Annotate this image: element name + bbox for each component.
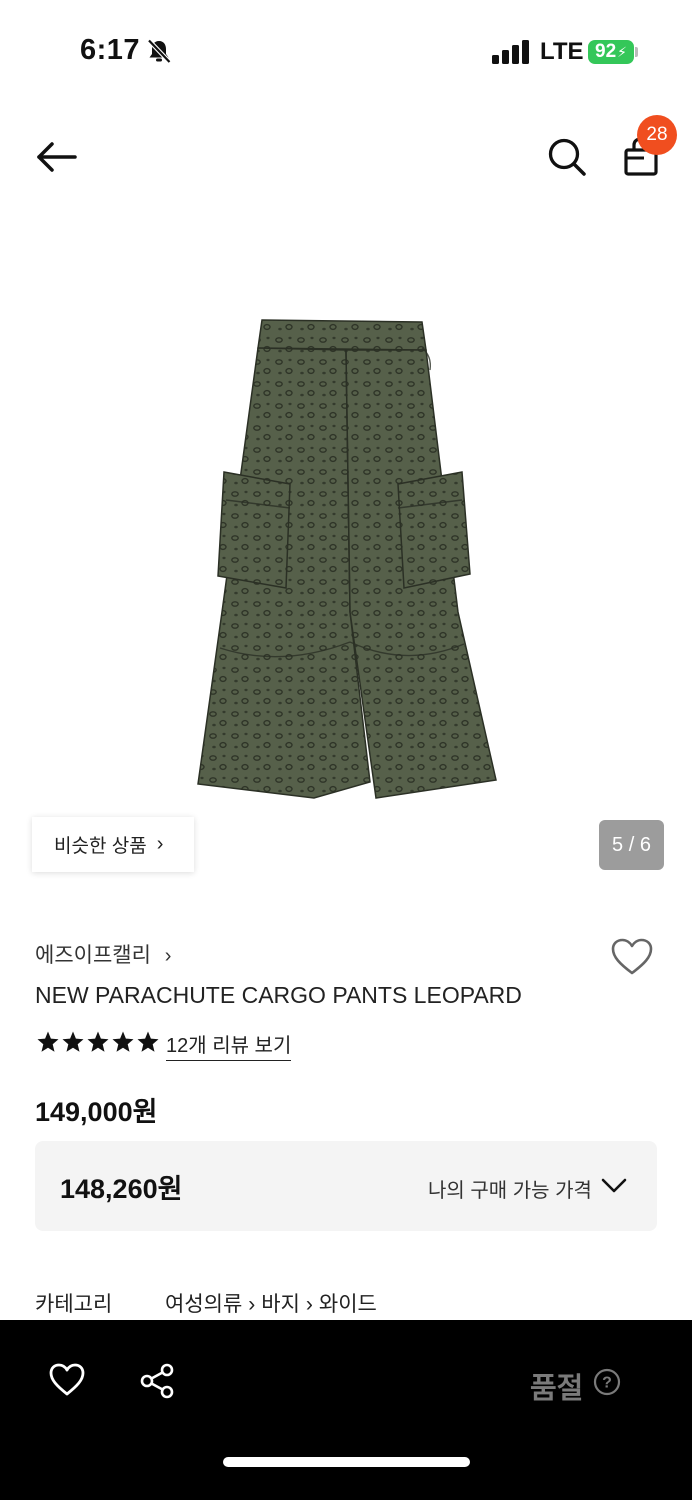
similar-products-button[interactable]: 비슷한 상품 › — [32, 817, 194, 872]
my-price-dropdown[interactable]: 148,260원 나의 구매 가능 가격 — [35, 1141, 657, 1231]
rating-stars — [36, 1030, 160, 1054]
chevron-right-icon: › — [248, 1293, 256, 1316]
back-arrow-icon[interactable] — [34, 138, 80, 176]
product-title: NEW PARACHUTE CARGO PANTS LEOPARD — [35, 982, 522, 1008]
image-page-indicator: 5 / 6 — [599, 820, 664, 870]
share-icon[interactable] — [138, 1362, 176, 1400]
help-icon[interactable]: ? — [593, 1368, 621, 1396]
bottom-action-bar: 품절 ? — [0, 1320, 692, 1500]
chevron-right-icon: › — [305, 1293, 313, 1316]
heart-icon[interactable] — [48, 1362, 86, 1398]
original-price: 149,000원 — [35, 1097, 158, 1127]
brand-link[interactable]: 에즈이프캘리 › — [35, 939, 171, 969]
category-level-2[interactable]: 바지 — [261, 1293, 300, 1316]
home-indicator[interactable] — [223, 1457, 470, 1467]
star-icon — [87, 1031, 109, 1052]
my-price-label: 나의 구매 가능 가격 — [428, 1180, 592, 1202]
star-icon — [37, 1031, 59, 1052]
star-icon — [137, 1031, 159, 1052]
wishlist-heart-icon[interactable] — [610, 937, 654, 977]
category-label: 카테고리 — [35, 1293, 113, 1316]
similar-products-label: 비슷한 상품 — [54, 836, 147, 857]
chevron-down-icon — [601, 1178, 627, 1193]
bell-mute-icon — [147, 38, 172, 64]
signal-icon — [492, 40, 529, 64]
sold-out-label: 품절 — [530, 1373, 584, 1405]
status-time: 6:17 — [80, 34, 141, 66]
review-link[interactable]: 12개 리뷰 보기 — [166, 1029, 292, 1061]
chevron-right-icon: › — [156, 833, 164, 855]
battery-icon: 92 ⚡ — [588, 40, 634, 64]
svg-text:?: ? — [602, 1375, 612, 1392]
status-bar: 6:17 LTE 92 ⚡ — [0, 0, 692, 100]
product-image[interactable] — [186, 312, 506, 808]
brand-name: 에즈이프캘리 — [35, 944, 151, 967]
my-price-value: 148,260원 — [60, 1174, 183, 1204]
battery-level: 92 — [595, 41, 617, 62]
category-level-3[interactable]: 와이드 — [319, 1293, 377, 1316]
cart-count-badge: 28 — [637, 115, 677, 155]
network-label: LTE — [540, 38, 584, 65]
chevron-right-icon: › — [164, 945, 172, 967]
battery-cap — [635, 47, 638, 57]
star-icon — [62, 1031, 84, 1052]
category-breadcrumb: 여성의류 › 바지 › 와이드 — [165, 1288, 377, 1318]
star-icon — [112, 1031, 134, 1052]
search-icon[interactable] — [546, 136, 588, 178]
category-level-1[interactable]: 여성의류 — [165, 1293, 242, 1316]
